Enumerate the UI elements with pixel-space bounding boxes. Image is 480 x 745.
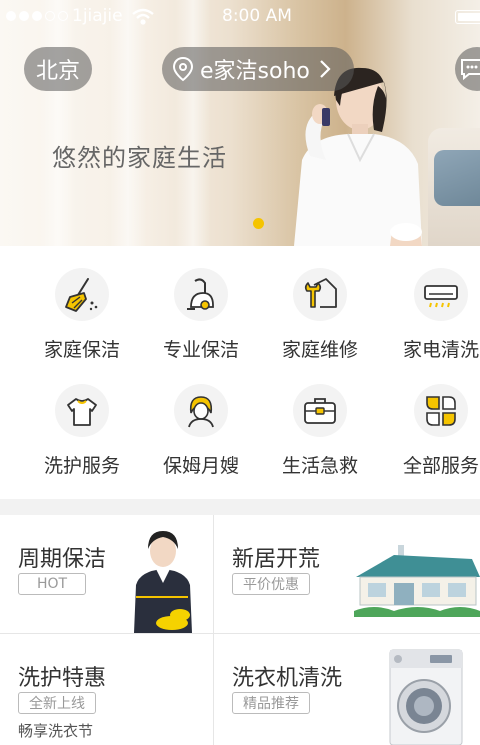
promo-subtitle: 畅享洗衣节 <box>18 722 94 740</box>
battery-icon <box>455 10 480 24</box>
nanny-icon <box>188 395 214 427</box>
location-selector[interactable]: e家洁soho <box>162 47 354 91</box>
broom-icon <box>65 277 98 312</box>
service-label: 生活急救 <box>281 455 358 477</box>
carrier-name: 1jiajie <box>72 6 123 26</box>
messages-button[interactable] <box>455 47 480 91</box>
service-nanny[interactable]: 保姆月嫂 <box>141 362 261 478</box>
service-label: 保姆月嫂 <box>162 455 239 477</box>
banner-slogan: 悠然的家庭生活 <box>52 144 227 172</box>
city-label: 北京 <box>35 59 80 84</box>
service-label: 家电清洗 <box>402 339 479 361</box>
promo-tag: 精品推荐 <box>232 692 310 714</box>
curtain-decoration <box>110 0 146 246</box>
pillow-image <box>434 150 480 206</box>
card-divider <box>0 633 480 634</box>
service-label: 全部服务 <box>402 455 479 477</box>
promo-title: 洗护特惠 <box>18 666 107 691</box>
service-appliance-cleaning[interactable]: 家电清洗 <box>381 246 480 362</box>
service-home-cleaning[interactable]: 家庭保洁 <box>22 246 142 362</box>
air-conditioner-icon <box>424 284 458 307</box>
city-selector[interactable]: 北京 <box>24 47 92 91</box>
all-services-icon <box>426 395 456 426</box>
promo-card-washer-cleaning[interactable]: 洗衣机清洗 精品推荐 <box>214 634 480 745</box>
promo-card-periodic-cleaning[interactable]: 周期保洁 HOT <box>0 515 213 633</box>
service-emergency[interactable]: 生活急救 <box>260 362 380 478</box>
location-pin-icon <box>172 56 194 82</box>
promo-title: 洗衣机清洗 <box>232 666 343 691</box>
service-label: 洗护服务 <box>43 455 120 477</box>
promo-title: 周期保洁 <box>18 547 107 572</box>
chat-bubble-icon <box>461 59 480 81</box>
service-home-repair[interactable]: 家庭维修 <box>260 246 380 362</box>
wrench-house-icon <box>304 277 337 308</box>
curtain-decoration <box>175 0 211 246</box>
service-label: 专业保洁 <box>162 339 239 361</box>
washing-machine-image <box>389 649 463 745</box>
promo-tag: 平价优惠 <box>232 573 310 595</box>
wifi-icon <box>132 8 154 25</box>
carousel-indicator[interactable] <box>253 218 264 229</box>
vacuum-icon <box>187 277 214 310</box>
house-image <box>354 545 480 617</box>
promo-title: 新居开荒 <box>232 547 321 572</box>
toolbox-icon <box>304 397 336 424</box>
card-divider <box>213 515 214 745</box>
location-label: e家洁soho <box>200 59 310 84</box>
promo-card-new-home[interactable]: 新居开荒 平价优惠 <box>214 515 480 633</box>
service-all[interactable]: 全部服务 <box>381 362 480 478</box>
service-pro-cleaning[interactable]: 专业保洁 <box>141 246 261 362</box>
cleaner-worker-image <box>134 531 192 633</box>
promo-tag: 全新上线 <box>18 692 96 714</box>
service-label: 家庭保洁 <box>43 339 120 361</box>
promo-tag: HOT <box>18 573 86 595</box>
services-grid: 家庭保洁 专业保洁 家庭维修 家电清洗 洗护服务 保姆月嫂 生活急救 全部服务 <box>0 246 480 499</box>
service-laundry[interactable]: 洗护服务 <box>22 362 142 478</box>
shirt-icon <box>67 397 97 426</box>
service-label: 家庭维修 <box>281 339 358 361</box>
status-bar: 1jiajie 8:00 AM <box>0 0 480 34</box>
chevron-right-icon <box>320 60 331 78</box>
status-time: 8:00 AM <box>222 6 292 26</box>
signal-strength-icon <box>6 11 68 21</box>
curtain-decoration <box>40 0 76 246</box>
promo-card-laundry-deal[interactable]: 洗护特惠 全新上线 畅享洗衣节 <box>0 634 213 745</box>
hero-banner[interactable]: 1jiajie 8:00 AM 北京 e家洁soho 悠然的家庭生活 <box>0 0 480 246</box>
